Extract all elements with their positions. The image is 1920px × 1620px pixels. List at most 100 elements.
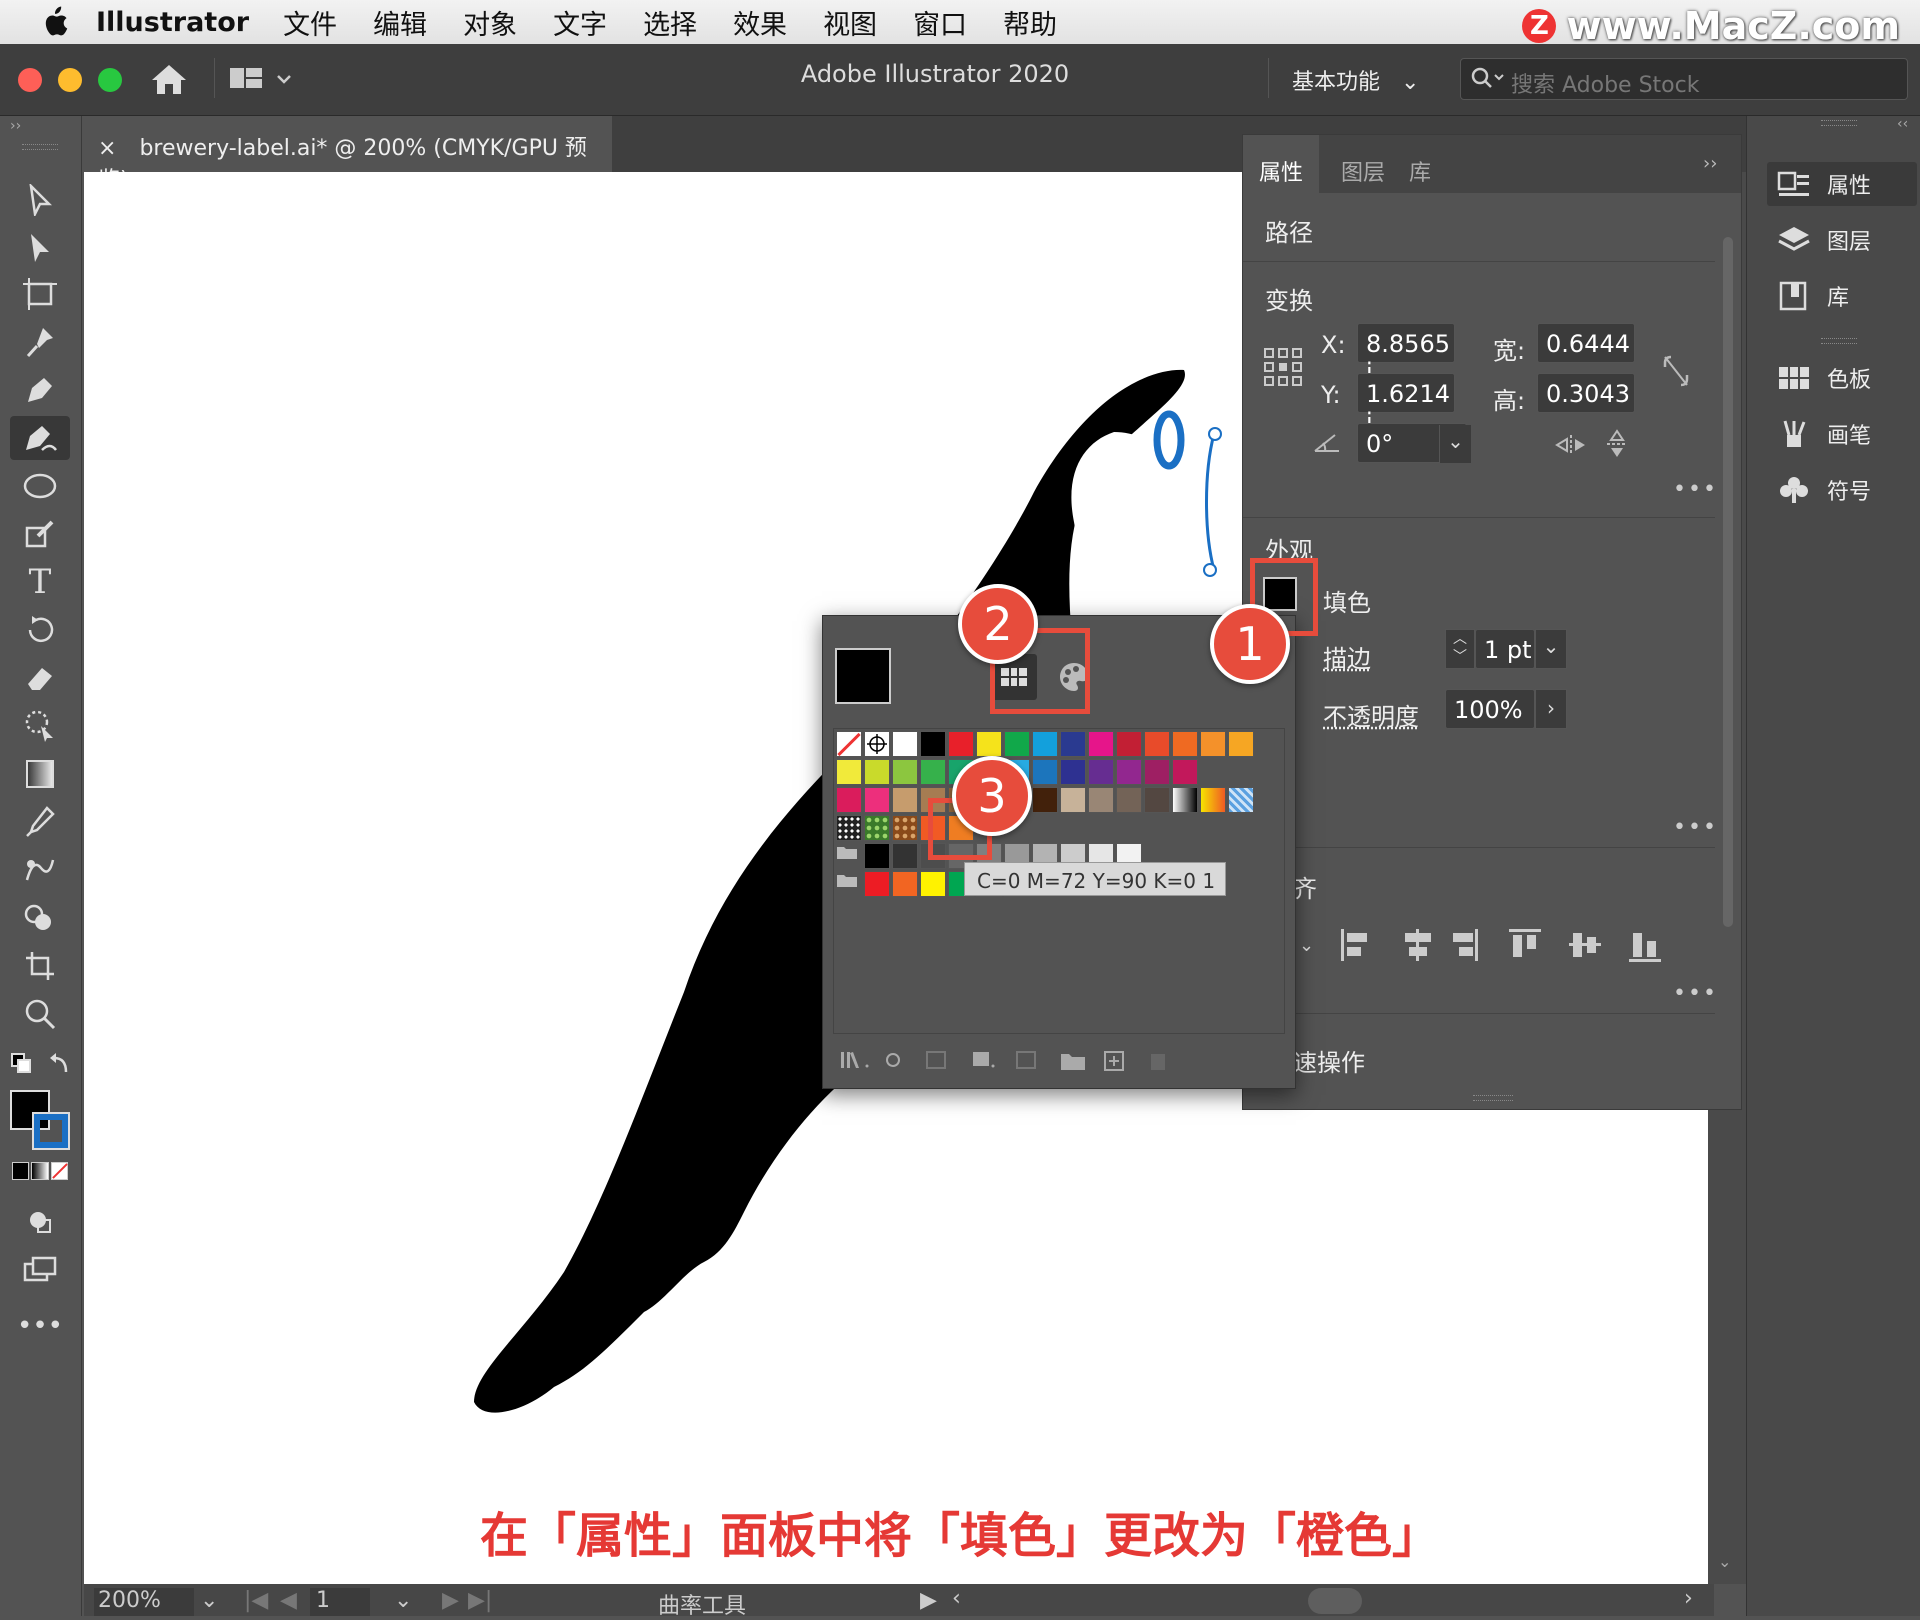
zoom-tool-icon[interactable] [10,992,70,1036]
more-appearance-options-icon[interactable]: ••• [1673,815,1718,840]
close-tab-icon[interactable]: × [98,136,116,161]
chevron-down-icon[interactable]: ⌄ [1299,935,1314,956]
chevron-down-icon[interactable]: ⌄ [1535,629,1567,669]
color-swatch[interactable] [864,759,890,785]
workspace-switcher[interactable]: 基本功能 ⌄ [1292,64,1419,96]
dock-properties[interactable]: 属性 [1767,162,1917,206]
stock-search-input[interactable]: 搜索 Adobe Stock [1460,58,1908,100]
swatch-pattern-dots[interactable] [836,815,862,841]
panel-scrollbar[interactable] [1721,197,1735,1057]
color-swatch[interactable] [1228,731,1254,757]
color-swatch[interactable] [1144,787,1170,813]
stroke-weight-field[interactable]: 1 pt [1475,629,1535,669]
color-swatch[interactable] [976,731,1002,757]
color-swatch[interactable] [920,871,946,897]
opacity-field[interactable]: 100% [1445,689,1535,729]
rotate-tool-icon[interactable] [10,608,70,652]
horizontal-scroll-thumb[interactable] [1308,1588,1362,1614]
color-swatch[interactable] [1088,759,1114,785]
height-field[interactable]: 0.3043 ir [1537,373,1635,413]
zoom-level-field[interactable]: 200% [94,1588,194,1616]
swatch-pattern-leaf[interactable] [864,815,890,841]
chevron-down-icon[interactable]: ⌄ [1439,425,1471,463]
edit-toolbar-more-icon[interactable]: ••• [10,1304,70,1348]
last-artboard-icon[interactable]: ▶| [468,1588,492,1613]
color-swatch[interactable] [1032,731,1058,757]
swatch-none[interactable] [836,731,862,757]
dock-symbols[interactable]: 符号 [1767,468,1917,512]
color-swatch[interactable] [1060,759,1086,785]
artboard-tool-icon[interactable] [10,272,70,316]
dock-swatches[interactable]: 色板 [1767,356,1917,400]
dock-grip[interactable] [1821,338,1857,344]
prev-artboard-icon[interactable]: ◀ [280,1588,297,1613]
menu-view[interactable]: 视图 [823,3,877,42]
chevron-right-icon[interactable]: › [1535,689,1567,729]
default-swap-colors-icon[interactable] [10,1052,72,1082]
menu-type[interactable]: 文字 [553,3,607,42]
x-position-field[interactable]: 8.8565 i [1357,323,1455,363]
more-align-options-icon[interactable]: ••• [1673,981,1718,1006]
color-swatch[interactable] [864,871,890,897]
blend-tool-icon[interactable] [10,848,70,892]
scroll-left-icon[interactable]: ‹ [952,1586,961,1611]
first-artboard-icon[interactable]: |◀ [244,1588,268,1613]
menu-file[interactable]: 文件 [283,3,337,42]
color-swatch[interactable] [1060,787,1086,813]
flip-horizontal-icon[interactable] [1555,433,1587,457]
pen-tool-icon[interactable] [10,368,70,412]
none-mode-icon[interactable] [51,1162,68,1180]
tab-properties[interactable]: 属性 [1243,135,1319,193]
eyedropper-tool-icon[interactable] [10,800,70,844]
color-swatch[interactable] [892,871,918,897]
color-swatch[interactable] [1116,787,1142,813]
color-swatch[interactable] [1004,731,1030,757]
curvature-tool-icon[interactable] [10,416,70,460]
color-swatch[interactable] [1088,787,1114,813]
gradient-tool-icon[interactable] [10,752,70,796]
color-mode-buttons[interactable] [12,1162,68,1180]
menu-object[interactable]: 对象 [463,3,517,42]
collapse-dock-icon[interactable]: ‹‹ [1897,116,1908,132]
status-menu-icon[interactable]: ▶ [920,1588,937,1613]
apple-icon[interactable] [40,6,70,38]
type-tool-icon[interactable]: T [10,560,70,604]
color-swatch[interactable] [1060,731,1086,757]
dock-layers[interactable]: 图层 [1767,218,1917,262]
color-swatch[interactable] [948,731,974,757]
align-buttons[interactable] [1341,925,1681,965]
color-swatch[interactable] [892,731,918,757]
color-swatch[interactable] [1032,787,1058,813]
selection-tool-icon[interactable] [10,178,70,222]
color-swatch[interactable] [1144,731,1170,757]
color-swatch[interactable] [836,787,862,813]
color-swatch[interactable] [1032,759,1058,785]
draw-mode-icon[interactable] [10,1200,70,1244]
color-swatch[interactable] [1172,731,1198,757]
gradient-mode-icon[interactable] [31,1162,48,1180]
color-swatch[interactable] [920,731,946,757]
stroke-label[interactable]: 描边 [1323,639,1371,674]
menu-help[interactable]: 帮助 [1003,3,1057,42]
crop-artboard-tool-icon[interactable] [10,944,70,988]
color-swatch[interactable] [892,759,918,785]
panel-grip[interactable] [22,144,58,150]
color-swatch[interactable] [1200,731,1226,757]
reference-point-icon[interactable] [1263,347,1303,387]
ellipse-tool-icon[interactable] [10,464,70,508]
puppet-tool-icon[interactable] [10,704,70,748]
panel-menu-icon[interactable]: ›› [1703,153,1717,174]
color-swatch[interactable] [864,843,890,869]
next-artboard-icon[interactable]: ▶ [442,1588,459,1613]
color-swatch[interactable] [836,759,862,785]
puppet-warp-tool-icon[interactable] [10,320,70,364]
artboard-number-field[interactable]: 1 [310,1588,370,1616]
stroke-color-swatch[interactable] [34,1114,68,1148]
scroll-right-icon[interactable]: › [1684,1586,1693,1611]
dock-grip[interactable] [1821,120,1857,126]
collapse-panel-icon[interactable]: ›› [10,118,21,134]
swatch-footer-buttons[interactable] [841,1044,1261,1078]
color-swatch[interactable] [1116,759,1142,785]
color-swatch[interactable] [1116,731,1142,757]
panel-resize-grip[interactable] [1473,1095,1513,1101]
